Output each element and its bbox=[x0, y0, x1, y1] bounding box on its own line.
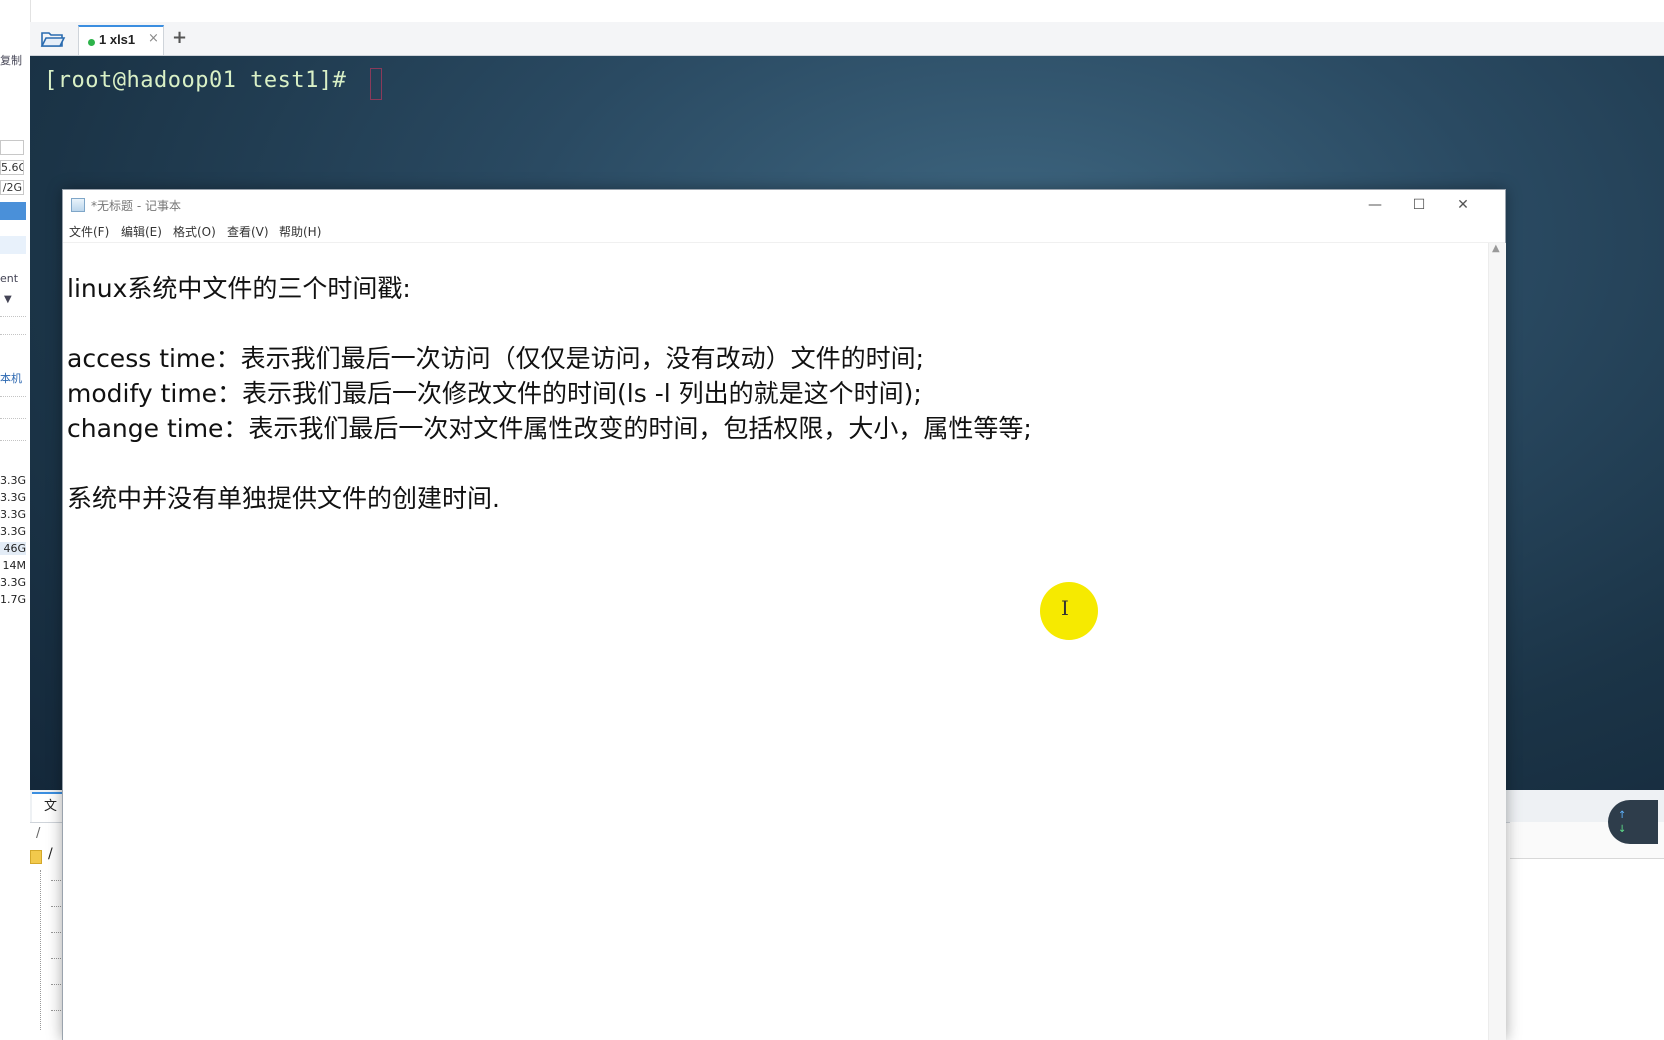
notepad-menubar: 文件(F) 编辑(E) 格式(O) 查看(V) 帮助(H) bbox=[63, 220, 1505, 243]
close-button[interactable]: ✕ bbox=[1441, 194, 1485, 216]
notepad-app-icon bbox=[71, 198, 85, 212]
tree-connector bbox=[51, 1010, 61, 1011]
scroll-up-arrow-icon[interactable]: ▲ bbox=[1492, 243, 1500, 254]
maximize-button[interactable]: ☐ bbox=[1397, 194, 1441, 216]
tree-connector bbox=[51, 958, 61, 959]
window-title: *无标题 - 记事本 bbox=[91, 199, 181, 213]
minimize-button[interactable]: — bbox=[1353, 194, 1397, 216]
terminal-cursor bbox=[370, 68, 382, 100]
size-value: 3.3G bbox=[0, 508, 27, 521]
network-speed-widget[interactable]: ↑ ↓ bbox=[1608, 800, 1658, 844]
tree-connector bbox=[51, 906, 61, 907]
size-value: 3.3G bbox=[0, 576, 27, 589]
add-tab-button[interactable]: + bbox=[172, 27, 187, 48]
directory-tree bbox=[40, 870, 61, 1030]
session-tab-bar bbox=[30, 22, 1664, 56]
size-value: 3.3G bbox=[0, 491, 27, 504]
text-editor-area[interactable]: linux系统中文件的三个时间戳: access time：表示我们最后一次访问… bbox=[63, 243, 1488, 1040]
sidebar-field-empty bbox=[0, 140, 24, 155]
tree-connector bbox=[51, 880, 61, 881]
menu-file[interactable]: 文件(F) bbox=[69, 223, 109, 240]
size-value: 1.7G bbox=[0, 593, 27, 606]
notepad-window[interactable]: *无标题 - 记事本 — ☐ ✕ 文件(F) 编辑(E) 格式(O) 查看(V)… bbox=[62, 189, 1506, 1040]
size-value: 3.3G bbox=[0, 525, 27, 538]
sidebar-field-1: 5.6G bbox=[0, 160, 24, 175]
upload-arrow-icon: ↑ bbox=[1618, 810, 1627, 821]
tree-connector bbox=[51, 984, 61, 985]
vertical-scrollbar[interactable]: ▲ bbox=[1488, 243, 1506, 1040]
folder-icon bbox=[30, 850, 42, 864]
close-tab-icon[interactable]: × bbox=[148, 31, 159, 46]
size-value: 3.3G bbox=[0, 474, 27, 487]
notepad-titlebar[interactable]: *无标题 - 记事本 — ☐ ✕ bbox=[63, 190, 1505, 220]
tree-connector bbox=[51, 932, 61, 933]
sidebar-selected-row[interactable] bbox=[0, 202, 26, 220]
text-line: linux系统中文件的三个时间戳: bbox=[67, 274, 411, 303]
dropdown-arrow-icon[interactable]: ▼ bbox=[4, 294, 12, 305]
tab-label: 1 xls1 bbox=[99, 32, 136, 47]
sidebar-row[interactable] bbox=[0, 236, 26, 254]
tab-session-xls1[interactable]: 1 xls1 × bbox=[78, 25, 164, 55]
tab-files[interactable]: 文 bbox=[32, 792, 62, 822]
size-value: 46G bbox=[0, 542, 26, 555]
shell-prompt: [root@hadoop01 test1]# bbox=[44, 68, 347, 93]
menu-edit[interactable]: 编辑(E) bbox=[121, 223, 162, 240]
text-cursor-icon: I bbox=[1061, 596, 1069, 620]
text-line: access time：表示我们最后一次访问（仅仅是访问，没有改动）文件的时间; bbox=[67, 344, 925, 373]
mouse-cursor-highlight: I bbox=[1040, 582, 1098, 640]
menu-help[interactable]: 帮助(H) bbox=[279, 223, 321, 240]
download-arrow-icon: ↓ bbox=[1618, 824, 1627, 835]
text-line: 系统中并没有单独提供文件的创建时间. bbox=[67, 484, 500, 513]
menu-format[interactable]: 格式(O) bbox=[173, 223, 216, 240]
left-sidebar: 复制 5.6G /2G ent ▼ 本机 3.3G 3.3G 3.3G 3.3G… bbox=[0, 0, 31, 1040]
sidebar-divider bbox=[0, 396, 26, 397]
menu-view[interactable]: 查看(V) bbox=[227, 223, 269, 240]
size-value: 14M bbox=[2, 559, 27, 572]
path-field[interactable]: / bbox=[36, 826, 40, 841]
sidebar-field-2: /2G bbox=[0, 180, 24, 195]
sidebar-divider bbox=[0, 334, 26, 335]
sidebar-divider bbox=[0, 418, 26, 419]
sidebar-divider bbox=[0, 440, 26, 441]
tree-root-item[interactable]: / bbox=[48, 846, 53, 862]
open-folder-icon[interactable] bbox=[40, 28, 66, 50]
sidebar-local-label[interactable]: 本机 bbox=[0, 370, 22, 386]
copy-label[interactable]: 复制 bbox=[0, 52, 22, 68]
sidebar-ent-label: ent bbox=[0, 272, 19, 285]
sidebar-divider bbox=[0, 316, 26, 317]
connected-status-icon bbox=[88, 39, 95, 46]
text-line: modify time：表示我们最后一次修改文件的时间(ls -l 列出的就是这… bbox=[67, 379, 922, 408]
text-line: change time：表示我们最后一次对文件属性改变的时间，包括权限，大小，属… bbox=[67, 414, 1032, 443]
